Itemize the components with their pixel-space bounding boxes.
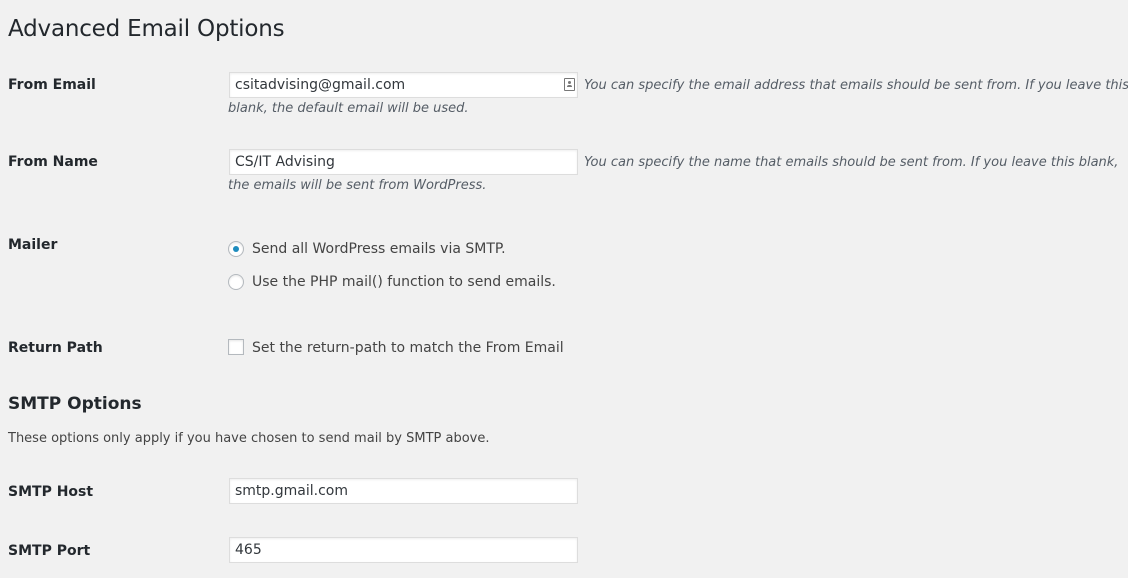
mailer-smtp-label[interactable]: Send all WordPress emails via SMTP.	[252, 240, 506, 258]
mailer-label: Mailer	[8, 237, 58, 253]
from-email-label: From Email	[8, 77, 96, 93]
from-email-description: You can specify the email address that e…	[228, 78, 1128, 116]
smtp-host-label: SMTP Host	[8, 484, 94, 500]
smtp-port-label: SMTP Port	[8, 543, 91, 559]
smtp-options-description: These options only apply if you have cho…	[8, 431, 490, 446]
from-name-description: You can specify the name that emails sho…	[228, 155, 1119, 193]
mailer-php-mail-label[interactable]: Use the PHP mail() function to send emai…	[252, 273, 556, 291]
mailer-php-mail-radio[interactable]	[228, 274, 244, 290]
radio-selected-dot	[233, 246, 239, 252]
page-title: Advanced Email Options	[8, 16, 285, 42]
smtp-options-heading: SMTP Options	[8, 394, 142, 414]
return-path-label: Return Path	[8, 340, 103, 356]
return-path-checkbox-label[interactable]: Set the return-path to match the From Em…	[252, 339, 564, 357]
return-path-checkbox[interactable]	[228, 339, 244, 355]
from-name-label: From Name	[8, 154, 98, 170]
mailer-smtp-radio[interactable]	[228, 241, 244, 257]
smtp-host-input[interactable]	[229, 478, 578, 504]
smtp-port-input[interactable]	[229, 537, 578, 563]
